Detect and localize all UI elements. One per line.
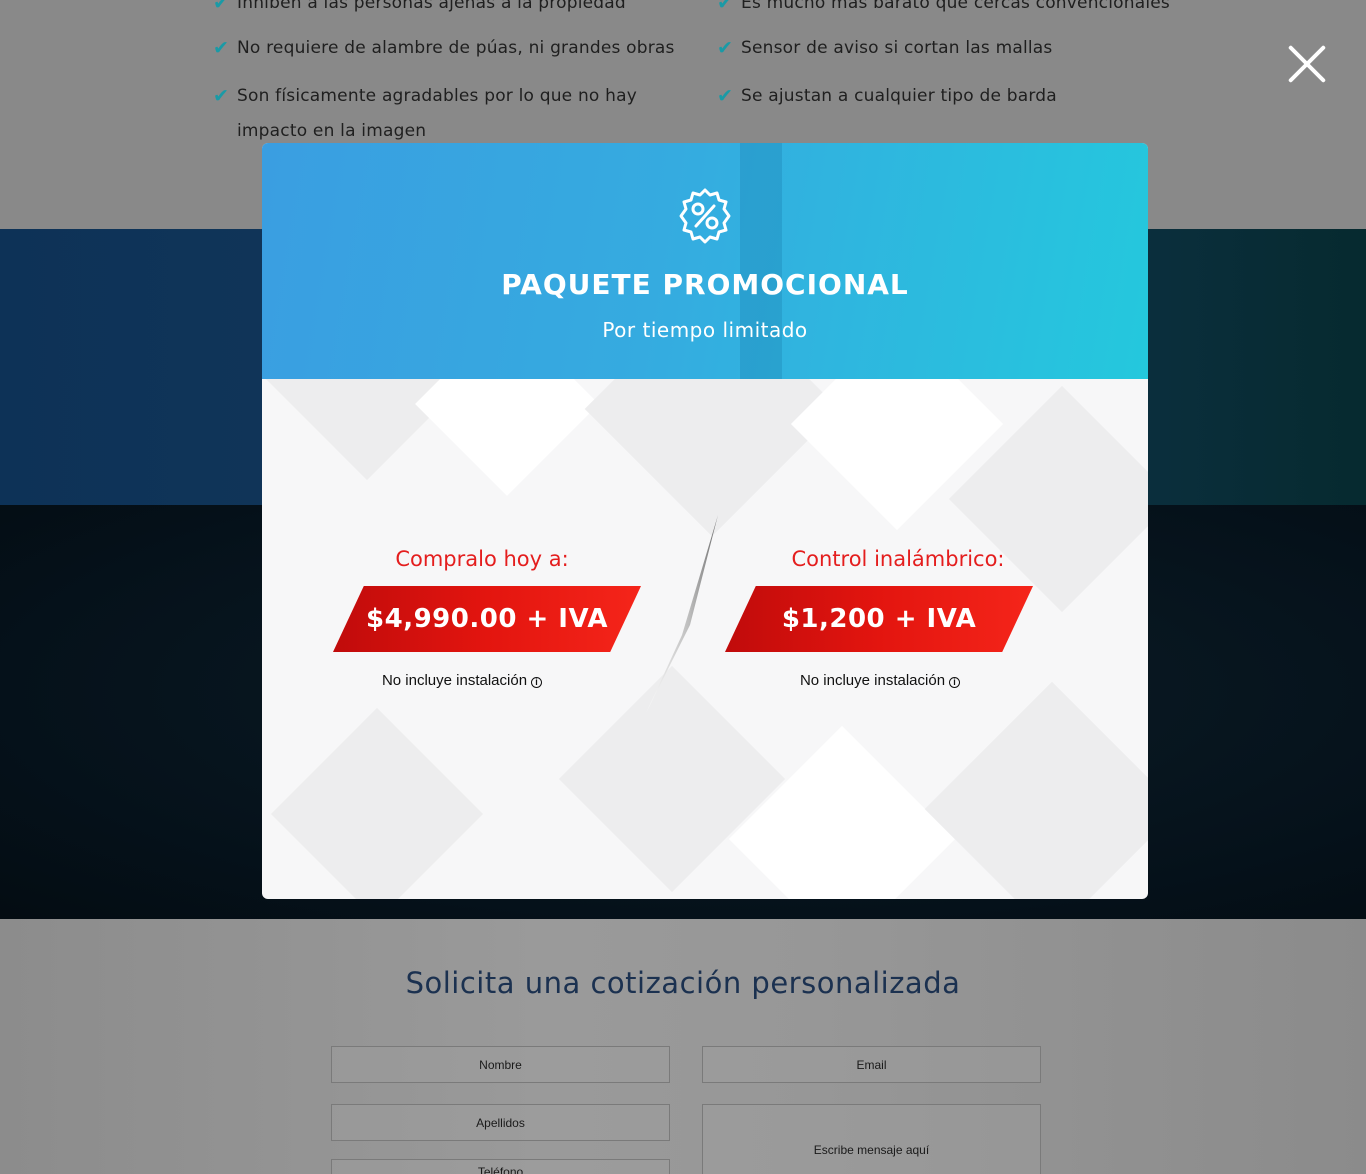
feature-item: ✔ Es mucho más barato que cercas convenci…	[717, 0, 1170, 21]
feature-item: ✔ Son físicamente agradables por lo que n…	[213, 79, 637, 114]
form-title: Solicita una cotización personalizada	[405, 966, 961, 1000]
close-icon[interactable]	[1285, 42, 1329, 86]
check-icon: ✔	[717, 85, 734, 107]
quote-form-section	[0, 919, 1366, 1174]
modal-header: PAQUETE PROMOCIONAL Por tiempo limitado	[262, 143, 1148, 379]
promo-title: PAQUETE PROMOCIONAL	[501, 268, 909, 301]
decor-diamond	[728, 725, 956, 899]
check-icon: ✔	[717, 37, 734, 59]
info-icon[interactable]: i	[531, 677, 543, 688]
check-icon: ✔	[717, 0, 734, 14]
nombre-input[interactable]: Nombre	[331, 1046, 670, 1083]
decor-diamond	[584, 379, 840, 537]
modal-body: Compralo hoy a: $4,990.00 + IVA No inclu…	[262, 379, 1148, 899]
apellidos-input[interactable]: Apellidos	[331, 1104, 670, 1141]
pole-image	[740, 143, 782, 379]
mensaje-textarea[interactable]: Escribe mensaje aquí	[702, 1104, 1041, 1174]
diagonal-divider	[646, 515, 718, 713]
percent-badge-icon	[679, 188, 731, 244]
promo-modal: PAQUETE PROMOCIONAL Por tiempo limitado …	[262, 143, 1148, 899]
telefono-input[interactable]: Teléfono	[331, 1159, 670, 1174]
info-icon[interactable]: i	[949, 677, 961, 688]
feature-item: ✔ No requiere de alambre de púas, ni gran…	[213, 31, 675, 66]
check-icon: ✔	[213, 85, 230, 107]
offer-note: No incluye instalación i	[332, 672, 592, 689]
decor-diamond	[924, 681, 1148, 899]
feature-item: ✔ Sensor de aviso si cortan las mallas	[717, 31, 1052, 66]
offer-label: Control inalámbrico:	[791, 547, 1005, 571]
offer-label: Compralo hoy a:	[395, 547, 569, 571]
offer-price-badge: $1,200 + IVA	[725, 586, 1033, 652]
feature-item: ✔ Inhiben a las personas ajenas a la prop…	[213, 0, 626, 21]
check-icon: ✔	[213, 37, 230, 59]
decor-diamond	[270, 707, 484, 899]
offer-note: No incluye instalación i	[750, 672, 1010, 689]
email-input[interactable]: Email	[702, 1046, 1041, 1083]
promo-subtitle: Por tiempo limitado	[602, 318, 808, 342]
offer-price-badge: $4,990.00 + IVA	[333, 586, 641, 652]
decor-diamond	[415, 379, 599, 496]
feature-item: ✔ Se ajustan a cualquier tipo de barda	[717, 79, 1057, 114]
check-icon: ✔	[213, 0, 230, 14]
